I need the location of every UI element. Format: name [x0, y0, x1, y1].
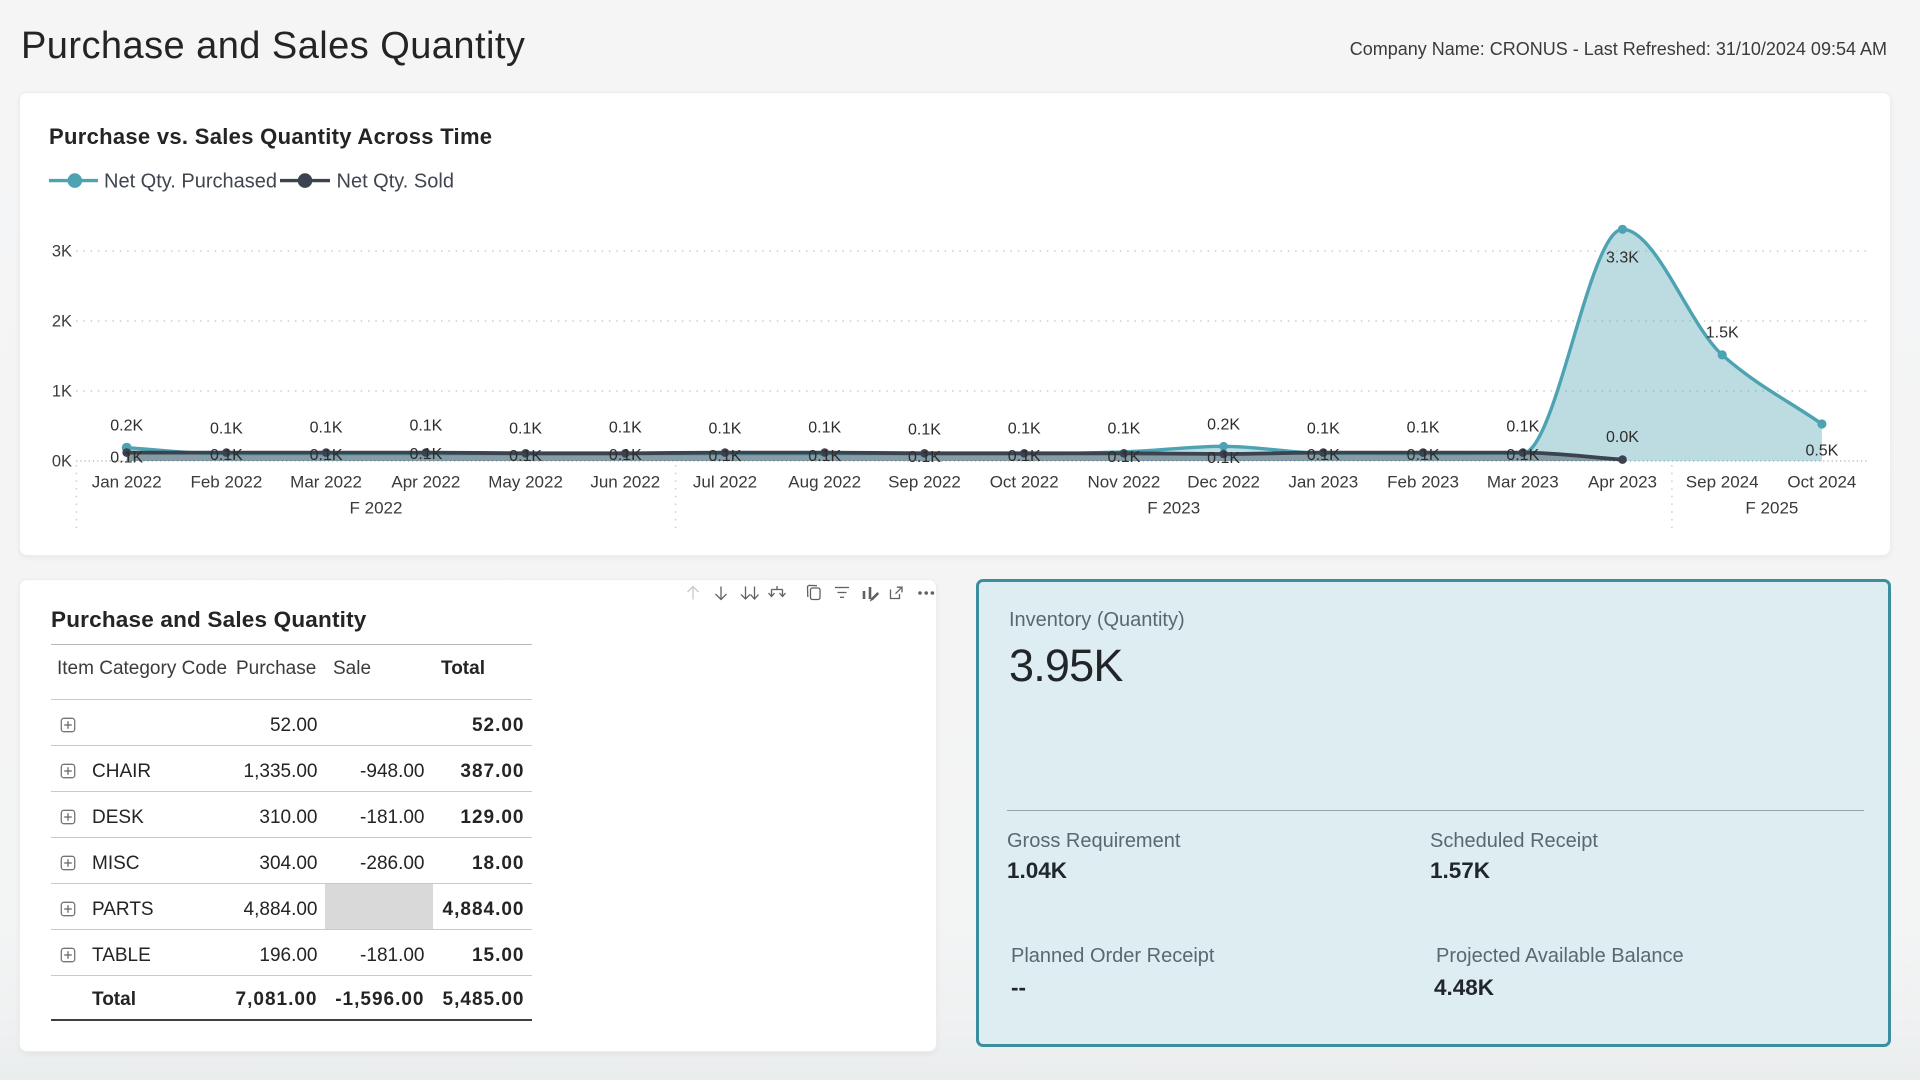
- svg-text:0.2K: 0.2K: [110, 418, 143, 435]
- svg-text:0.1K: 0.1K: [1506, 419, 1539, 436]
- svg-text:CHAIR: CHAIR: [92, 761, 151, 782]
- svg-text:0.1K: 0.1K: [210, 421, 243, 438]
- svg-text:0K: 0K: [52, 453, 72, 471]
- svg-text:310.00: 310.00: [259, 807, 317, 828]
- svg-text:Jul 2022: Jul 2022: [693, 473, 757, 492]
- svg-text:F 2025: F 2025: [1745, 499, 1798, 518]
- svg-text:0.1K: 0.1K: [310, 447, 343, 464]
- svg-text:52.00: 52.00: [270, 715, 318, 736]
- svg-text:196.00: 196.00: [259, 945, 317, 966]
- svg-text:Feb 2023: Feb 2023: [1387, 473, 1459, 492]
- svg-text:0.1K: 0.1K: [1307, 447, 1340, 464]
- svg-text:4,884.00: 4,884.00: [443, 899, 525, 920]
- svg-text:0.1K: 0.1K: [1107, 421, 1140, 438]
- svg-text:Nov 2022: Nov 2022: [1088, 473, 1161, 492]
- svg-text:0.1K: 0.1K: [808, 420, 841, 437]
- svg-text:0.1K: 0.1K: [409, 418, 442, 435]
- svg-text:PARTS: PARTS: [92, 899, 154, 920]
- svg-text:F 2023: F 2023: [1147, 499, 1200, 518]
- svg-text:2K: 2K: [52, 313, 72, 331]
- svg-text:0.1K: 0.1K: [1008, 448, 1041, 465]
- svg-text:304.00: 304.00: [259, 853, 317, 874]
- svg-text:0.2K: 0.2K: [1207, 417, 1240, 434]
- svg-text:1K: 1K: [52, 383, 72, 401]
- svg-text:-1,596.00: -1,596.00: [335, 989, 424, 1010]
- svg-text:0.1K: 0.1K: [1107, 449, 1140, 466]
- svg-text:Apr 2023: Apr 2023: [1588, 473, 1657, 492]
- svg-text:0.1K: 0.1K: [1207, 450, 1240, 467]
- svg-text:0.1K: 0.1K: [908, 449, 941, 466]
- svg-text:Total: Total: [92, 989, 136, 1010]
- svg-text:MISC: MISC: [92, 853, 140, 874]
- svg-text:Jan 2023: Jan 2023: [1288, 473, 1358, 492]
- svg-text:5,485.00: 5,485.00: [443, 989, 525, 1010]
- svg-text:3.3K: 3.3K: [1606, 250, 1639, 267]
- svg-text:-948.00: -948.00: [360, 761, 424, 782]
- svg-text:7,081.00: 7,081.00: [236, 989, 318, 1010]
- svg-text:0.1K: 0.1K: [1008, 421, 1041, 438]
- svg-text:Oct 2022: Oct 2022: [990, 473, 1059, 492]
- svg-text:4,884.00: 4,884.00: [244, 899, 318, 920]
- svg-text:Apr 2022: Apr 2022: [391, 473, 460, 492]
- svg-text:Mar 2022: Mar 2022: [290, 473, 362, 492]
- svg-text:May 2022: May 2022: [488, 473, 563, 492]
- svg-text:0.1K: 0.1K: [709, 421, 742, 438]
- svg-text:1,335.00: 1,335.00: [244, 761, 318, 782]
- svg-text:-286.00: -286.00: [360, 853, 424, 874]
- svg-text:Net Qty. Sold: Net Qty. Sold: [337, 171, 454, 193]
- svg-text:DESK: DESK: [92, 807, 144, 828]
- svg-text:0.1K: 0.1K: [609, 420, 642, 437]
- svg-text:0.1K: 0.1K: [509, 448, 542, 465]
- svg-text:0.1K: 0.1K: [609, 447, 642, 464]
- svg-text:0.1K: 0.1K: [110, 450, 143, 467]
- svg-text:-181.00: -181.00: [360, 945, 424, 966]
- svg-text:Aug 2022: Aug 2022: [788, 473, 861, 492]
- svg-text:15.00: 15.00: [472, 945, 525, 966]
- svg-text:1.5K: 1.5K: [1706, 325, 1739, 342]
- svg-text:0.1K: 0.1K: [409, 446, 442, 463]
- svg-text:TABLE: TABLE: [92, 945, 151, 966]
- svg-text:0.1K: 0.1K: [1307, 421, 1340, 438]
- svg-text:0.5K: 0.5K: [1805, 443, 1838, 460]
- svg-text:F 2022: F 2022: [350, 499, 403, 518]
- svg-text:52.00: 52.00: [472, 715, 525, 736]
- svg-text:0.1K: 0.1K: [1407, 420, 1440, 437]
- svg-text:0.0K: 0.0K: [1606, 429, 1639, 446]
- svg-text:0.1K: 0.1K: [210, 447, 243, 464]
- svg-text:Mar 2023: Mar 2023: [1487, 473, 1559, 492]
- svg-text:Sep 2024: Sep 2024: [1686, 473, 1759, 492]
- svg-text:0.1K: 0.1K: [509, 421, 542, 438]
- svg-text:Net Qty. Purchased: Net Qty. Purchased: [104, 171, 277, 193]
- svg-text:0.1K: 0.1K: [1407, 447, 1440, 464]
- svg-text:Dec 2022: Dec 2022: [1187, 473, 1260, 492]
- svg-text:Feb 2022: Feb 2022: [190, 473, 262, 492]
- svg-text:Oct 2024: Oct 2024: [1787, 473, 1856, 492]
- svg-text:3K: 3K: [52, 243, 72, 261]
- svg-text:Jan 2022: Jan 2022: [92, 473, 162, 492]
- svg-text:0.1K: 0.1K: [709, 448, 742, 465]
- svg-text:-181.00: -181.00: [360, 807, 424, 828]
- svg-text:0.1K: 0.1K: [908, 422, 941, 439]
- svg-text:0.1K: 0.1K: [310, 420, 343, 437]
- svg-text:18.00: 18.00: [472, 853, 525, 874]
- svg-text:387.00: 387.00: [460, 761, 524, 782]
- svg-text:0.1K: 0.1K: [808, 448, 841, 465]
- svg-text:Sep 2022: Sep 2022: [888, 473, 961, 492]
- svg-text:0.1K: 0.1K: [1506, 447, 1539, 464]
- svg-text:129.00: 129.00: [460, 807, 524, 828]
- svg-text:Jun 2022: Jun 2022: [590, 473, 660, 492]
